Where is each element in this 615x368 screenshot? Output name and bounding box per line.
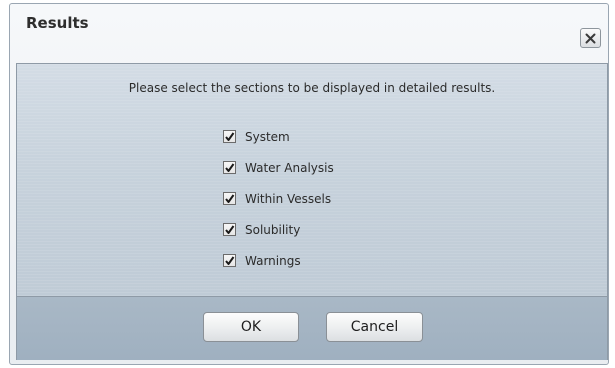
- dialog-content: Please select the sections to be display…: [16, 63, 608, 296]
- dialog-footer: OK Cancel: [16, 296, 608, 360]
- system-checkbox[interactable]: [223, 130, 236, 143]
- option-water-analysis[interactable]: Water Analysis: [223, 152, 334, 183]
- option-within-vessels[interactable]: Within Vessels: [223, 183, 334, 214]
- close-button[interactable]: [580, 28, 601, 48]
- checkmark-icon: [225, 163, 235, 172]
- warnings-label: Warnings: [245, 253, 301, 268]
- water-analysis-checkbox[interactable]: [223, 161, 236, 174]
- instruction-text: Please select the sections to be display…: [128, 81, 496, 95]
- checkmark-icon: [225, 132, 235, 141]
- checkmark-icon: [225, 225, 235, 234]
- section-options-list: System Water Analysis Within Vessels Sol…: [223, 121, 334, 276]
- results-dialog: Results Please select the sections to be…: [9, 3, 609, 365]
- ok-button[interactable]: OK: [203, 312, 299, 342]
- dialog-titlebar: Results: [10, 4, 608, 62]
- option-warnings[interactable]: Warnings: [223, 245, 334, 276]
- cancel-button[interactable]: Cancel: [326, 312, 423, 342]
- within-vessels-checkbox[interactable]: [223, 192, 236, 205]
- option-solubility[interactable]: Solubility: [223, 214, 334, 245]
- checkmark-icon: [225, 194, 235, 203]
- system-label: System: [245, 129, 290, 144]
- checkmark-icon: [225, 256, 235, 265]
- warnings-checkbox[interactable]: [223, 254, 236, 267]
- solubility-checkbox[interactable]: [223, 223, 236, 236]
- water-analysis-label: Water Analysis: [245, 160, 334, 175]
- option-system[interactable]: System: [223, 121, 334, 152]
- within-vessels-label: Within Vessels: [245, 191, 332, 206]
- dialog-title: Results: [26, 14, 89, 32]
- solubility-label: Solubility: [245, 222, 301, 237]
- close-icon: [585, 33, 596, 43]
